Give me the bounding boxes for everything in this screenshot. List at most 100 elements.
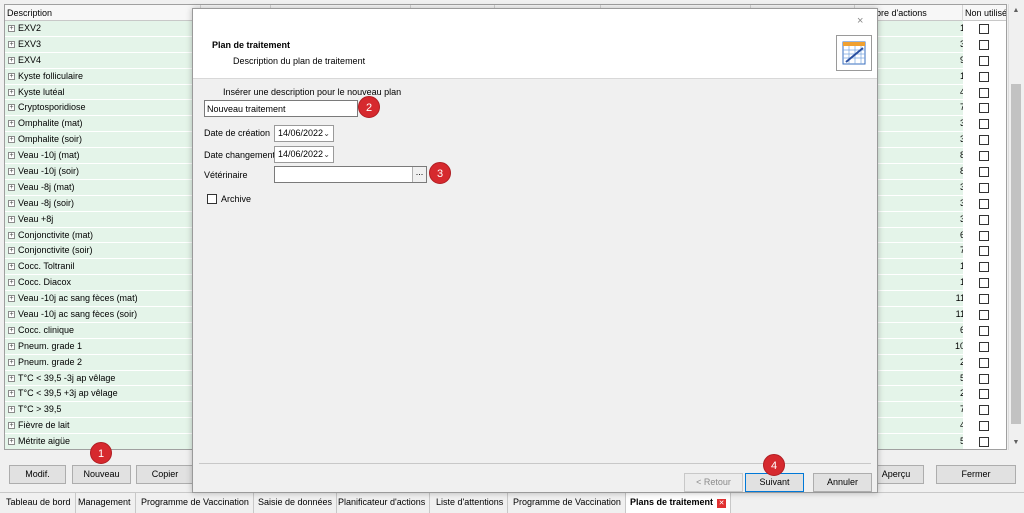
- unused-checkbox[interactable]: [979, 405, 989, 416]
- expand-plus-icon[interactable]: +: [8, 247, 15, 255]
- veterinaire-label: Vétérinaire: [204, 170, 248, 180]
- row-action-count: 2: [895, 386, 965, 402]
- expand-plus-icon[interactable]: +: [8, 215, 15, 223]
- tab-programme-vaccination[interactable]: Programme de Vaccination: [137, 493, 254, 513]
- unused-checkbox[interactable]: [979, 103, 989, 114]
- tab-management[interactable]: Management: [74, 493, 136, 513]
- row-action-count: 1: [895, 259, 965, 275]
- date-creation-value: 14/06/2022: [278, 128, 324, 138]
- chevron-down-icon[interactable]: ⌄: [323, 126, 330, 141]
- unused-checkbox[interactable]: [979, 310, 989, 321]
- expand-plus-icon[interactable]: +: [8, 136, 15, 144]
- expand-plus-icon[interactable]: +: [8, 422, 15, 430]
- tab-tableau-de-bord[interactable]: Tableau de bord: [2, 493, 76, 513]
- annuler-button[interactable]: Annuler: [813, 473, 872, 492]
- retour-button[interactable]: < Retour: [684, 473, 743, 492]
- unused-checkbox[interactable]: [979, 437, 989, 448]
- archive-checkbox[interactable]: [207, 194, 217, 204]
- expand-plus-icon[interactable]: +: [8, 295, 15, 303]
- scroll-down-icon[interactable]: ▼: [1009, 436, 1023, 450]
- expand-plus-icon[interactable]: +: [8, 40, 15, 48]
- expand-plus-icon[interactable]: +: [8, 120, 15, 128]
- unused-checkbox[interactable]: [979, 389, 989, 400]
- unused-checkbox[interactable]: [979, 294, 989, 305]
- unused-checkbox[interactable]: [979, 325, 989, 336]
- unused-checkbox[interactable]: [979, 167, 989, 178]
- unused-checkbox[interactable]: [979, 214, 989, 225]
- grid-vertical-scrollbar[interactable]: ▲ ▼: [1008, 4, 1022, 450]
- close-icon[interactable]: ×: [857, 15, 863, 27]
- unused-checkbox[interactable]: [979, 230, 989, 241]
- expand-plus-icon[interactable]: +: [8, 231, 15, 239]
- expand-plus-icon[interactable]: +: [8, 72, 15, 80]
- row-description: Veau -8j (soir): [18, 197, 75, 208]
- scroll-thumb[interactable]: [1011, 84, 1021, 424]
- unused-checkbox[interactable]: [979, 341, 989, 352]
- unused-checkbox[interactable]: [979, 55, 989, 66]
- unused-checkbox[interactable]: [979, 151, 989, 162]
- expand-plus-icon[interactable]: +: [8, 88, 15, 96]
- veterinaire-input[interactable]: ...: [274, 166, 427, 183]
- row-description: Omphalite (soir): [18, 134, 83, 145]
- expand-plus-icon[interactable]: +: [8, 311, 15, 319]
- unused-checkbox[interactable]: [979, 278, 989, 289]
- tab-saisie-de-donnees[interactable]: Saisie de données: [254, 493, 338, 513]
- expand-plus-icon[interactable]: +: [8, 183, 15, 191]
- expand-plus-icon[interactable]: +: [8, 199, 15, 207]
- treatment-plan-dialog: × Plan de traitement Description du plan…: [192, 8, 878, 493]
- fermer-button[interactable]: Fermer: [936, 465, 1016, 484]
- row-unused-cell: [963, 291, 1006, 308]
- modif-button[interactable]: Modif.: [9, 465, 66, 484]
- row-description: Conjonctivite (mat): [18, 229, 94, 240]
- column-header-non-utilise[interactable]: Non utilisé: [963, 5, 1006, 21]
- unused-checkbox[interactable]: [979, 373, 989, 384]
- tab-plans-de-traitement[interactable]: Plans de traitement ✕: [626, 493, 732, 513]
- chevron-down-icon[interactable]: ⌄: [323, 147, 330, 162]
- row-action-count: 7: [895, 100, 965, 116]
- unused-checkbox[interactable]: [979, 357, 989, 368]
- tab-programme-vaccination-2[interactable]: Programme de Vaccination: [509, 493, 626, 513]
- close-tab-icon[interactable]: ✕: [717, 499, 727, 508]
- tab-liste-attentions[interactable]: Liste d'attentions: [432, 493, 509, 513]
- unused-checkbox[interactable]: [979, 39, 989, 50]
- unused-checkbox[interactable]: [979, 71, 989, 82]
- browse-ellipsis-button[interactable]: ...: [412, 167, 426, 182]
- expand-plus-icon[interactable]: +: [8, 279, 15, 287]
- expand-plus-icon[interactable]: +: [8, 390, 15, 398]
- unused-checkbox[interactable]: [979, 421, 989, 432]
- unused-checkbox[interactable]: [979, 119, 989, 130]
- expand-plus-icon[interactable]: +: [8, 25, 15, 32]
- date-changement-picker[interactable]: 14/06/2022 ⌄: [274, 146, 334, 163]
- unused-checkbox[interactable]: [979, 135, 989, 146]
- expand-plus-icon[interactable]: +: [8, 104, 15, 112]
- column-header-description[interactable]: Description: [5, 5, 201, 21]
- expand-plus-icon[interactable]: +: [8, 263, 15, 271]
- dialog-subtitle: Description du plan de traitement: [233, 56, 366, 66]
- expand-plus-icon[interactable]: +: [8, 342, 15, 350]
- nouveau-button[interactable]: Nouveau: [72, 465, 131, 484]
- unused-checkbox[interactable]: [979, 87, 989, 98]
- unused-checkbox[interactable]: [979, 182, 989, 193]
- scroll-up-icon[interactable]: ▲: [1009, 4, 1023, 18]
- unused-checkbox[interactable]: [979, 24, 989, 34]
- row-action-count: 3: [895, 116, 965, 132]
- row-action-count: 6: [895, 228, 965, 244]
- copier-button[interactable]: Copier: [136, 465, 194, 484]
- expand-plus-icon[interactable]: +: [8, 56, 15, 64]
- unused-checkbox[interactable]: [979, 262, 989, 273]
- tab-planificateur-actions[interactable]: Planificateur d'actions: [334, 493, 431, 513]
- expand-plus-icon[interactable]: +: [8, 406, 15, 414]
- expand-plus-icon[interactable]: +: [8, 438, 15, 446]
- row-action-count: 5: [895, 434, 965, 449]
- unused-checkbox[interactable]: [979, 246, 989, 257]
- date-creation-picker[interactable]: 14/06/2022 ⌄: [274, 125, 334, 142]
- expand-plus-icon[interactable]: +: [8, 326, 15, 334]
- description-input[interactable]: [204, 100, 358, 117]
- row-unused-cell: [963, 259, 1006, 276]
- unused-checkbox[interactable]: [979, 198, 989, 209]
- expand-plus-icon[interactable]: +: [8, 152, 15, 160]
- expand-plus-icon[interactable]: +: [8, 358, 15, 366]
- row-unused-cell: [963, 370, 1006, 387]
- expand-plus-icon[interactable]: +: [8, 168, 15, 176]
- expand-plus-icon[interactable]: +: [8, 374, 15, 382]
